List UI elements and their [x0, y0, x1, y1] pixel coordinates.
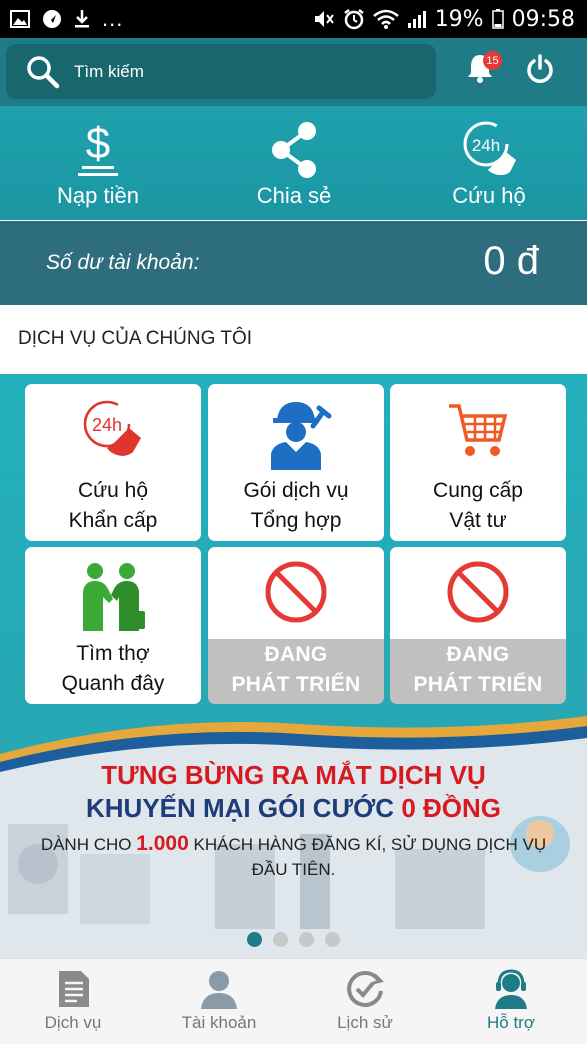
share-button[interactable]: Chia sẻ: [196, 106, 392, 220]
promo-banner[interactable]: TƯNG BỪNG RA MẮT DỊCH VỤ KHUYẾN MẠI GÓI …: [0, 714, 587, 958]
service-card-find-worker[interactable]: Tìm thợ Quanh đây: [25, 547, 201, 704]
svg-text:24h: 24h: [472, 136, 500, 155]
battery-icon: [491, 9, 504, 29]
image-notification-icon: [10, 10, 30, 28]
balance-value: 0 đ: [483, 239, 539, 283]
service-card-emergency-rescue[interactable]: 24h Cứu hộ Khẩn cấp: [25, 384, 201, 541]
banner-description: DÀNH CHO 1.000 KHÁCH HÀNG ĐĂNG KÍ, SỬ DỤ…: [40, 832, 547, 879]
nav-label: Lịch sử: [337, 1013, 393, 1032]
document-icon: [59, 971, 89, 1007]
support-agent-icon: [495, 969, 527, 1009]
services-title: DỊCH VỤ CỦA CHÚNG TÔI: [18, 328, 253, 349]
app-header: Tìm kiếm 15: [0, 38, 587, 106]
banner-subheadline: KHUYẾN MẠI GÓI CƯỚC 0 ĐỒNG: [85, 793, 501, 823]
24h-phone-icon: 24h: [83, 400, 141, 456]
handshake-icon: [83, 563, 145, 631]
service-label: Cung cấp Vật tư: [433, 479, 523, 532]
carousel-dot[interactable]: [325, 932, 340, 947]
more-notifications: ...: [102, 6, 124, 31]
carousel-dot[interactable]: [247, 932, 262, 947]
service-label: Tìm thợ Quanh đây: [61, 642, 165, 695]
search-icon: [27, 55, 60, 88]
carousel-dot[interactable]: [299, 932, 314, 947]
nav-support[interactable]: Hỗ trợ: [438, 959, 584, 1044]
service-label: ĐANG PHÁT TRIỂN: [231, 643, 361, 696]
service-card-developing[interactable]: ĐANG PHÁT TRIỂN: [390, 547, 566, 704]
clock: 09:58: [511, 6, 575, 32]
banner-headline: TƯNG BỪNG RA MẮT DỊCH VỤ: [101, 760, 486, 790]
search-placeholder: Tìm kiếm: [74, 61, 144, 81]
share-icon: [272, 122, 316, 178]
dollar-icon: $: [78, 120, 118, 176]
svg-text:24h: 24h: [92, 415, 122, 435]
battery-percent: 19%: [434, 6, 484, 32]
nav-label: Tài khoản: [181, 1013, 257, 1032]
carousel-dots: [0, 932, 587, 947]
mute-icon: [314, 11, 334, 27]
carousel-dot[interactable]: [273, 932, 288, 947]
services-panel: 24h Cứu hộ Khẩn cấp Gói dịch vụ Tổng hợp C…: [0, 374, 587, 958]
signal-icon: [407, 11, 426, 28]
worker-icon: [271, 402, 332, 470]
service-card-supplies[interactable]: Cung cấp Vật tư: [390, 384, 566, 541]
service-card-developing[interactable]: ĐANG PHÁT TRIỂN: [208, 547, 384, 704]
rescue-button[interactable]: 24h Cứu hộ: [391, 106, 587, 220]
prohibited-icon: [447, 561, 509, 623]
nav-account[interactable]: Tài khoản: [146, 959, 292, 1044]
nav-services[interactable]: Dịch vụ: [0, 959, 146, 1044]
history-check-icon: [347, 970, 384, 1007]
navigation-notification-icon: [43, 10, 61, 28]
quick-actions-bar: $ Nạp tiền Chia sẻ 24h Cứu hộ: [0, 106, 587, 220]
power-icon[interactable]: [524, 53, 556, 85]
balance-label: Số dư tài khoản:: [46, 251, 200, 274]
cart-icon: [449, 404, 508, 456]
notification-badge: 15: [483, 51, 502, 70]
download-notification-icon: [75, 10, 89, 28]
service-label: Cứu hộ Khẩn cấp: [68, 479, 158, 532]
search-input[interactable]: Tìm kiếm: [6, 44, 436, 99]
nav-label: Hỗ trợ: [487, 1013, 535, 1032]
top-up-label: Nạp tiền: [57, 183, 139, 208]
24h-phone-icon: 24h: [463, 121, 516, 176]
service-label: Gói dịch vụ Tổng hợp: [243, 479, 349, 532]
prohibited-icon: [265, 561, 327, 623]
user-icon: [201, 971, 237, 1009]
nav-label: Dịch vụ: [44, 1013, 102, 1032]
nav-history[interactable]: Lịch sử: [292, 959, 438, 1044]
alarm-icon: [343, 9, 364, 30]
wifi-icon: [372, 9, 399, 29]
svg-text:$: $: [86, 120, 110, 168]
balance-bar: Số dư tài khoản: 0 đ: [0, 221, 587, 305]
service-label: ĐANG PHÁT TRIỂN: [413, 643, 543, 696]
service-card-general-package[interactable]: Gói dịch vụ Tổng hợp: [208, 384, 384, 541]
rescue-label: Cứu hộ: [452, 183, 526, 208]
top-up-button[interactable]: $ Nạp tiền: [0, 106, 196, 220]
share-label: Chia sẻ: [256, 183, 332, 208]
bottom-navigation: Dịch vụ Tài khoản Lịch sử Hỗ trợ: [0, 958, 587, 1044]
status-bar: ... 19% 09:58: [0, 0, 587, 38]
